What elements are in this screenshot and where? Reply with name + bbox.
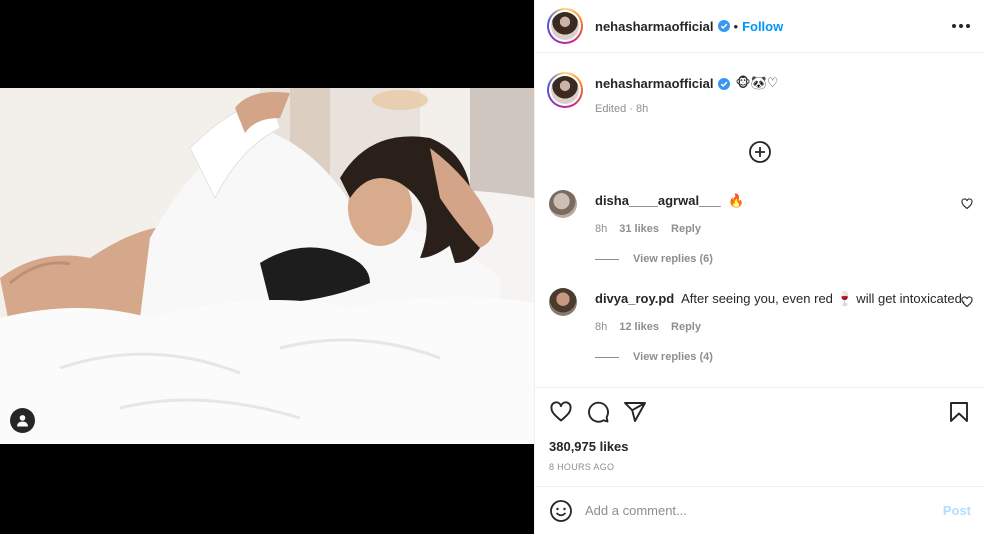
commenter-username[interactable]: divya_roy.pd — [595, 291, 674, 306]
comment-like-heart-icon[interactable] — [961, 198, 973, 210]
comments-list[interactable]: nehasharmaofficial 🐵🐼♡ Edited · 8h disha… — [535, 54, 984, 387]
comment-input[interactable] — [585, 503, 943, 518]
user-tags-button[interactable] — [10, 408, 35, 433]
post-actions: 380,975 likes 8 HOURS AGO — [535, 387, 984, 486]
comment-icon[interactable] — [586, 400, 610, 424]
verified-badge-icon — [717, 77, 730, 90]
comment-time: 8h — [595, 223, 608, 235]
caption-avatar[interactable] — [547, 72, 583, 108]
caption-username[interactable]: nehasharmaofficial — [595, 76, 714, 91]
comment-like-heart-icon[interactable] — [961, 296, 973, 308]
caption-time: Edited · 8h — [595, 103, 649, 115]
more-options-icon[interactable] — [952, 24, 970, 28]
post-header: nehasharmaofficial • Follow — [535, 0, 984, 53]
reply-button[interactable]: Reply — [671, 321, 701, 333]
likes-count[interactable]: 380,975 likes — [549, 439, 629, 454]
comment-likes[interactable]: 31 likes — [619, 223, 659, 235]
author-username[interactable]: nehasharmaofficial — [595, 19, 714, 34]
verified-badge-icon — [717, 20, 730, 32]
post-side-panel: nehasharmaofficial • Follow nehasharmaof… — [534, 0, 984, 534]
comment-time: 8h — [595, 321, 608, 333]
user-icon — [17, 415, 28, 427]
reply-button[interactable]: Reply — [671, 223, 701, 235]
view-replies-button[interactable]: View replies (6) — [595, 253, 713, 265]
commenter-avatar[interactable] — [549, 288, 577, 316]
comment-text: After seeing you, even red 🍷 will get in… — [681, 291, 966, 306]
comment-text: 🔥 — [728, 193, 745, 208]
like-heart-icon[interactable] — [549, 400, 573, 424]
post-media — [0, 0, 534, 534]
post-timestamp: 8 HOURS AGO — [549, 462, 615, 472]
comment-likes[interactable]: 12 likes — [619, 321, 659, 333]
share-send-icon[interactable] — [623, 400, 647, 424]
emoji-smile-icon[interactable] — [549, 499, 573, 523]
commenter-username[interactable]: disha____agrwal___ — [595, 193, 721, 208]
add-comment-bar: Post — [535, 486, 984, 534]
save-bookmark-icon[interactable] — [947, 400, 971, 424]
caption-text: 🐵🐼♡ — [735, 76, 779, 91]
commenter-avatar[interactable] — [549, 190, 577, 218]
load-more-comments-icon[interactable] — [748, 140, 772, 164]
view-replies-label: View replies (6) — [633, 253, 713, 265]
follow-button[interactable]: Follow — [742, 19, 783, 34]
post-comment-button[interactable]: Post — [943, 503, 971, 518]
post-photo[interactable] — [0, 88, 534, 444]
view-replies-button[interactable]: View replies (4) — [595, 351, 713, 363]
view-replies-label: View replies (4) — [633, 351, 713, 363]
separator-dot: • — [733, 18, 739, 34]
author-avatar[interactable] — [547, 8, 583, 44]
